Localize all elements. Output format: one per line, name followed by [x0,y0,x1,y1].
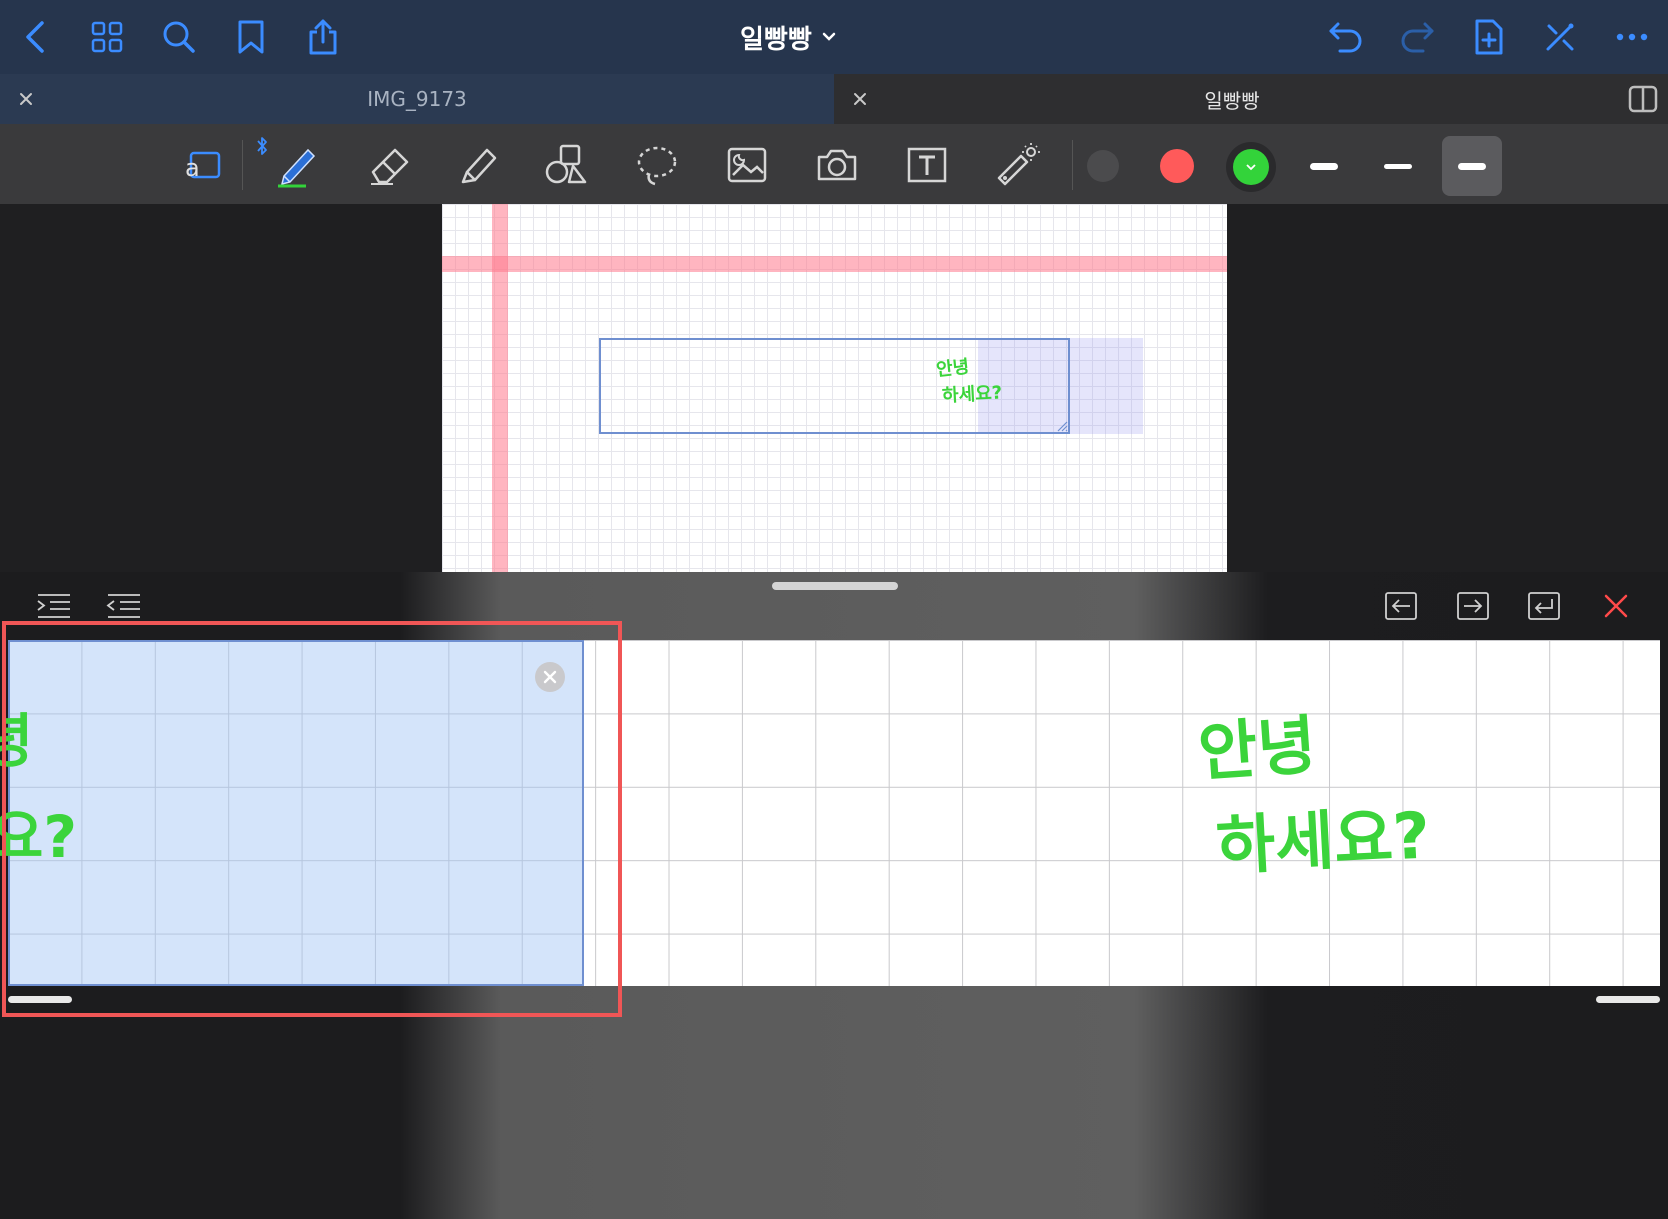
eraser-icon [371,148,409,185]
add-page-button[interactable] [1465,13,1513,61]
stroke-sample [1310,162,1338,170]
document-title-menu[interactable]: 일빵빵 [740,16,836,58]
tools-icon [1546,23,1574,51]
textbox-tool-button[interactable] [902,140,952,190]
chevron-down-icon [1246,164,1256,171]
scroll-indicator-right[interactable] [1596,996,1660,1003]
pen-tool-button[interactable] [272,140,322,190]
new-line-button[interactable] [1524,588,1564,624]
bluetooth-indicator [256,136,268,156]
tab-document[interactable]: 일빵빵 [834,74,1630,124]
note-page-canvas[interactable]: 안녕 하세요? [442,204,1227,572]
move-left-button[interactable] [1381,588,1421,624]
zoom-handwriting-line-1: 안녕 [1195,708,1319,792]
textbox-icon [907,147,947,183]
close-zoom-button[interactable] [1596,588,1636,624]
resize-handle-icon[interactable] [1056,420,1068,432]
share-button[interactable] [299,13,347,61]
focus-guide-vertical [492,204,508,572]
color-swatch-red[interactable] [1160,149,1194,183]
move-left-icon [1385,592,1417,620]
focus-window-area [1070,338,1143,434]
stroke-width-thin[interactable] [1296,148,1352,184]
lasso-icon [637,146,677,186]
grid-icon [91,21,123,53]
bluetooth-icon [257,137,267,155]
read-mode-button[interactable]: a [176,140,226,190]
drawing-toolbar: a [0,124,1668,204]
read-mode-icon: a [185,151,221,182]
shapes-tool-button[interactable] [542,140,592,190]
move-right-icon [1457,592,1489,620]
more-button[interactable] [1608,13,1656,61]
bookmark-icon [238,20,264,54]
camera-tool-button[interactable] [812,140,862,190]
grid-view-button[interactable] [83,13,131,61]
handwriting-line-2: 하세요? [941,382,1003,407]
split-view-icon [1628,85,1658,113]
tab-label: IMG_9173 [367,87,467,111]
search-icon [163,21,195,53]
split-view-button[interactable] [1628,84,1658,114]
highlighter-icon [461,148,497,184]
back-chevron-icon [26,21,44,53]
outdent-button[interactable] [104,588,144,624]
toolbar-divider [242,140,243,190]
handwriting-line-1: 안녕 [935,356,971,381]
back-button[interactable] [12,13,60,61]
tab-bar: IMG_9173 일빵빵 [0,74,1668,124]
panel-resize-grabber[interactable] [772,582,898,590]
color-swatch-gray[interactable] [1087,150,1119,182]
undo-icon [1329,22,1362,53]
close-icon [1604,594,1628,618]
add-page-icon [1475,19,1503,55]
indent-icon [37,594,70,618]
annotation-highlight-box [2,621,622,1017]
close-icon[interactable] [16,89,36,109]
search-button[interactable] [155,13,203,61]
zoom-handwriting-line-2: 하세요? [1214,799,1432,885]
stroke-width-thick[interactable] [1442,136,1502,196]
laser-pointer-tool-button[interactable] [992,140,1042,190]
redo-icon [1401,22,1434,53]
svg-text:a: a [185,154,200,182]
highlighter-tool-button[interactable] [452,140,502,190]
chevron-down-icon [822,32,836,41]
new-line-icon [1528,592,1560,620]
share-icon [309,19,337,55]
shapes-icon [545,144,587,184]
move-right-button[interactable] [1453,588,1493,624]
stroke-sample [1458,162,1486,170]
scroll-indicator-left[interactable] [8,996,72,1003]
stroke-sample [1384,163,1412,169]
stroke-width-medium[interactable] [1370,148,1426,184]
more-icon [1616,33,1648,41]
tools-button[interactable] [1536,13,1584,61]
toolbar-divider [1072,140,1073,190]
redo-button[interactable] [1393,13,1441,61]
outdent-icon [106,594,140,618]
pen-icon [278,148,316,188]
focus-guide-horizontal [442,256,1227,272]
undo-button[interactable] [1322,13,1370,61]
color-swatch-green[interactable] [1226,142,1276,192]
camera-icon [817,149,857,181]
selected-color-dot [1233,149,1269,185]
close-icon[interactable] [850,89,870,109]
laser-pointer-icon [997,143,1040,186]
bookmark-button[interactable] [227,13,275,61]
eraser-tool-button[interactable] [364,140,414,190]
tab-label: 일빵빵 [1204,88,1260,113]
document-title: 일빵빵 [740,24,812,55]
lasso-tool-button[interactable] [632,140,682,190]
image-icon [727,147,767,183]
image-tool-button[interactable] [722,140,772,190]
indent-button[interactable] [34,588,74,624]
top-navigation-bar: 일빵빵 [0,0,1668,74]
tab-img-9173[interactable]: IMG_9173 [0,74,834,124]
